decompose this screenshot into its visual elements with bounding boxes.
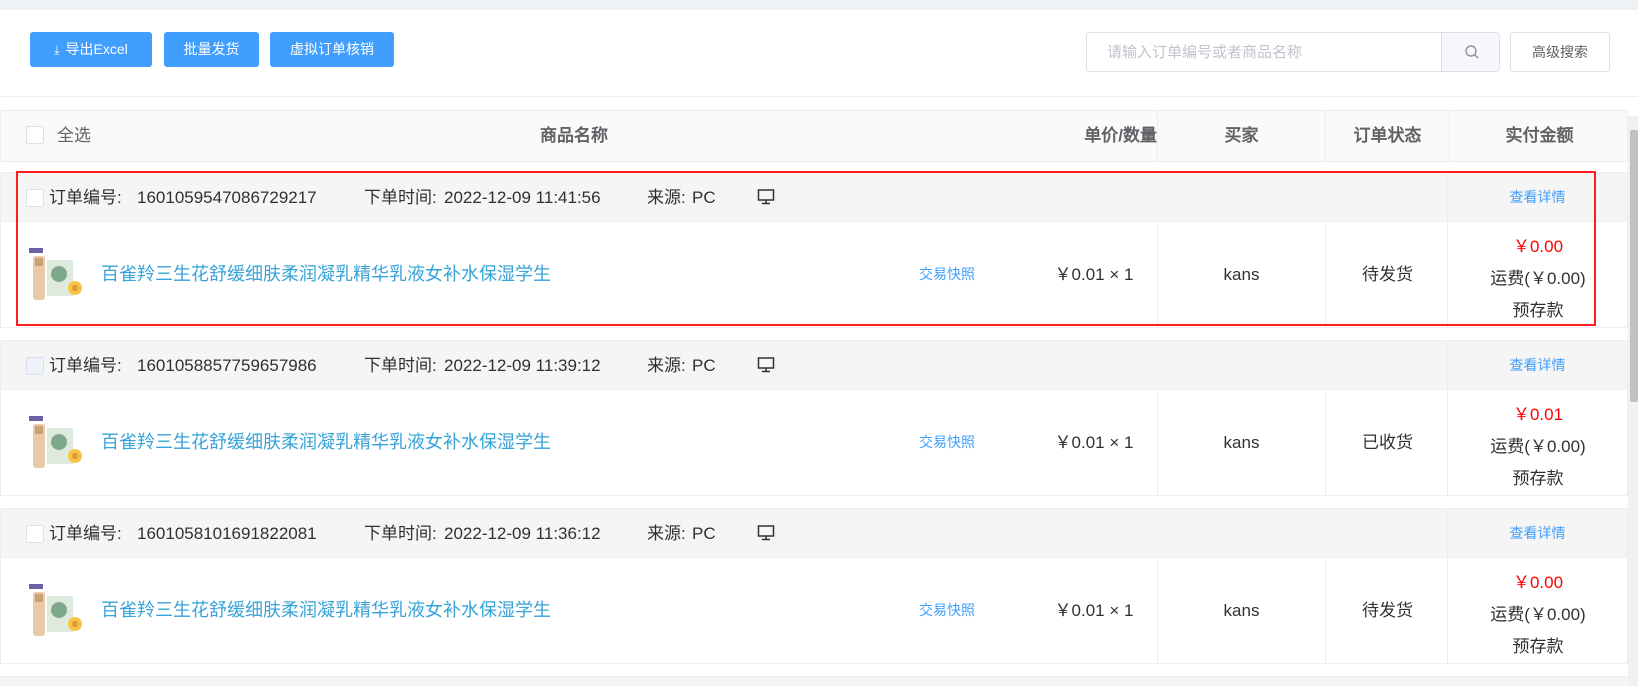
order-time: 2022-12-09 11:36:12 (444, 524, 601, 543)
search-box (1086, 32, 1500, 72)
price-quantity: ￥0.01 × 1 (1054, 433, 1134, 452)
buyer-name: kans (1157, 558, 1325, 663)
order-number: 1601058101691822081 (137, 524, 317, 543)
column-header-product: 商品名称 (540, 126, 608, 145)
order-status: 已收货 (1325, 390, 1449, 495)
order-checkbox[interactable] (26, 357, 44, 375)
order-header: 订单编号: 1601058101691822081 下单时间: 2022-12-… (1, 509, 1627, 558)
freight-fee: 运费(￥0.00) (1490, 605, 1586, 624)
order-source-label: 来源: (647, 524, 686, 543)
order-card: 订单编号: 1601058101691822081 下单时间: 2022-12-… (0, 508, 1628, 664)
order-source-label: 来源: (647, 188, 686, 207)
order-number: 1601059547086729217 (137, 188, 317, 207)
price-quantity: ￥0.01 × 1 (1054, 265, 1134, 284)
product-name-link[interactable]: 百雀羚三生花舒缓细肤柔润凝乳精华乳液女补水保湿学生 (101, 390, 551, 495)
column-header-price-qty: 单价/数量 (1084, 126, 1157, 145)
order-status: 待发货 (1325, 222, 1449, 327)
price-quantity: ￥0.01 × 1 (1054, 601, 1134, 620)
column-header-status: 订单状态 (1325, 111, 1449, 161)
toolbar: ⤓ 导出Excel 批量发货 虚拟订单核销 高级搜索 (0, 10, 1638, 96)
payment-cell: ￥0.00 运费(￥0.00) 预存款 (1447, 222, 1627, 327)
payment-cell: ￥0.00 运费(￥0.00) 预存款 (1447, 558, 1627, 663)
select-all-label: 全选 (57, 126, 91, 145)
order-time-label: 下单时间: (364, 356, 437, 375)
next-order-edge (0, 676, 1628, 686)
view-detail-link[interactable]: 查看详情 (1447, 173, 1627, 222)
paid-amount: ￥0.00 (1512, 237, 1564, 256)
order-item-row: 百雀羚三生花舒缓细肤柔润凝乳精华乳液女补水保湿学生 交易快照 ￥0.01 × 1… (1, 390, 1627, 495)
order-time-label: 下单时间: (364, 524, 437, 543)
paid-amount: ￥0.01 (1512, 405, 1564, 424)
order-source: PC (692, 356, 716, 375)
paid-amount: ￥0.00 (1512, 573, 1564, 592)
product-name-link[interactable]: 百雀羚三生花舒缓细肤柔润凝乳精华乳液女补水保湿学生 (101, 558, 551, 663)
buyer-name: kans (1157, 390, 1325, 495)
product-thumbnail[interactable] (25, 412, 89, 476)
column-header-amount: 实付金额 (1449, 111, 1629, 161)
order-status: 待发货 (1325, 558, 1449, 663)
scrollbar-thumb[interactable] (1630, 130, 1638, 402)
product-thumbnail[interactable] (25, 580, 89, 644)
order-header: 订单编号: 1601059547086729217 下单时间: 2022-12-… (1, 173, 1627, 222)
trade-snapshot-link[interactable]: 交易快照 (919, 558, 975, 663)
toolbar-divider (0, 96, 1638, 97)
batch-ship-button[interactable]: 批量发货 (164, 32, 259, 67)
order-item-row: 百雀羚三生花舒缓细肤柔润凝乳精华乳液女补水保湿学生 交易快照 ￥0.01 × 1… (1, 222, 1627, 327)
order-item-row: 百雀羚三生花舒缓细肤柔润凝乳精华乳液女补水保湿学生 交易快照 ￥0.01 × 1… (1, 558, 1627, 663)
payment-cell: ￥0.01 运费(￥0.00) 预存款 (1447, 390, 1627, 495)
search-button[interactable] (1441, 33, 1499, 71)
order-checkbox[interactable] (26, 525, 44, 543)
select-all-checkbox[interactable] (26, 126, 44, 144)
order-number-label: 订单编号: (49, 356, 122, 375)
payment-type: 预存款 (1512, 637, 1564, 656)
search-icon (1465, 45, 1479, 59)
product-thumbnail[interactable] (25, 244, 89, 308)
virtual-order-verify-button[interactable]: 虚拟订单核销 (270, 32, 394, 67)
freight-fee: 运费(￥0.00) (1490, 269, 1586, 288)
order-source-label: 来源: (647, 356, 686, 375)
order-time: 2022-12-09 11:41:56 (444, 188, 601, 207)
order-source: PC (692, 524, 716, 543)
monitor-icon (757, 189, 775, 205)
payment-type: 预存款 (1512, 469, 1564, 488)
monitor-icon (757, 525, 775, 541)
column-header-buyer: 买家 (1157, 111, 1325, 161)
payment-type: 预存款 (1512, 301, 1564, 320)
order-time-label: 下单时间: (364, 188, 437, 207)
order-time: 2022-12-09 11:39:12 (444, 356, 601, 375)
order-number-label: 订单编号: (49, 524, 122, 543)
order-number: 1601058857759657986 (137, 356, 317, 375)
trade-snapshot-link[interactable]: 交易快照 (919, 390, 975, 495)
table-header: 全选 商品名称 单价/数量 买家 订单状态 实付金额 (0, 110, 1628, 162)
trade-snapshot-link[interactable]: 交易快照 (919, 222, 975, 327)
export-excel-button[interactable]: ⤓ 导出Excel (30, 32, 152, 67)
view-detail-link[interactable]: 查看详情 (1447, 341, 1627, 390)
search-input[interactable] (1087, 33, 1441, 71)
order-card: 订单编号: 1601058857759657986 下单时间: 2022-12-… (0, 340, 1628, 496)
order-card: 订单编号: 1601059547086729217 下单时间: 2022-12-… (0, 172, 1628, 328)
freight-fee: 运费(￥0.00) (1490, 437, 1586, 456)
top-strip (0, 0, 1638, 10)
advanced-search-button[interactable]: 高级搜索 (1510, 32, 1610, 72)
order-source: PC (692, 188, 716, 207)
download-icon: ⤓ (54, 43, 60, 57)
order-number-label: 订单编号: (49, 188, 122, 207)
order-checkbox[interactable] (26, 189, 44, 207)
view-detail-link[interactable]: 查看详情 (1447, 509, 1627, 558)
export-excel-label: 导出Excel (65, 41, 128, 57)
buyer-name: kans (1157, 222, 1325, 327)
monitor-icon (757, 357, 775, 373)
product-name-link[interactable]: 百雀羚三生花舒缓细肤柔润凝乳精华乳液女补水保湿学生 (101, 222, 551, 327)
order-header: 订单编号: 1601058857759657986 下单时间: 2022-12-… (1, 341, 1627, 390)
